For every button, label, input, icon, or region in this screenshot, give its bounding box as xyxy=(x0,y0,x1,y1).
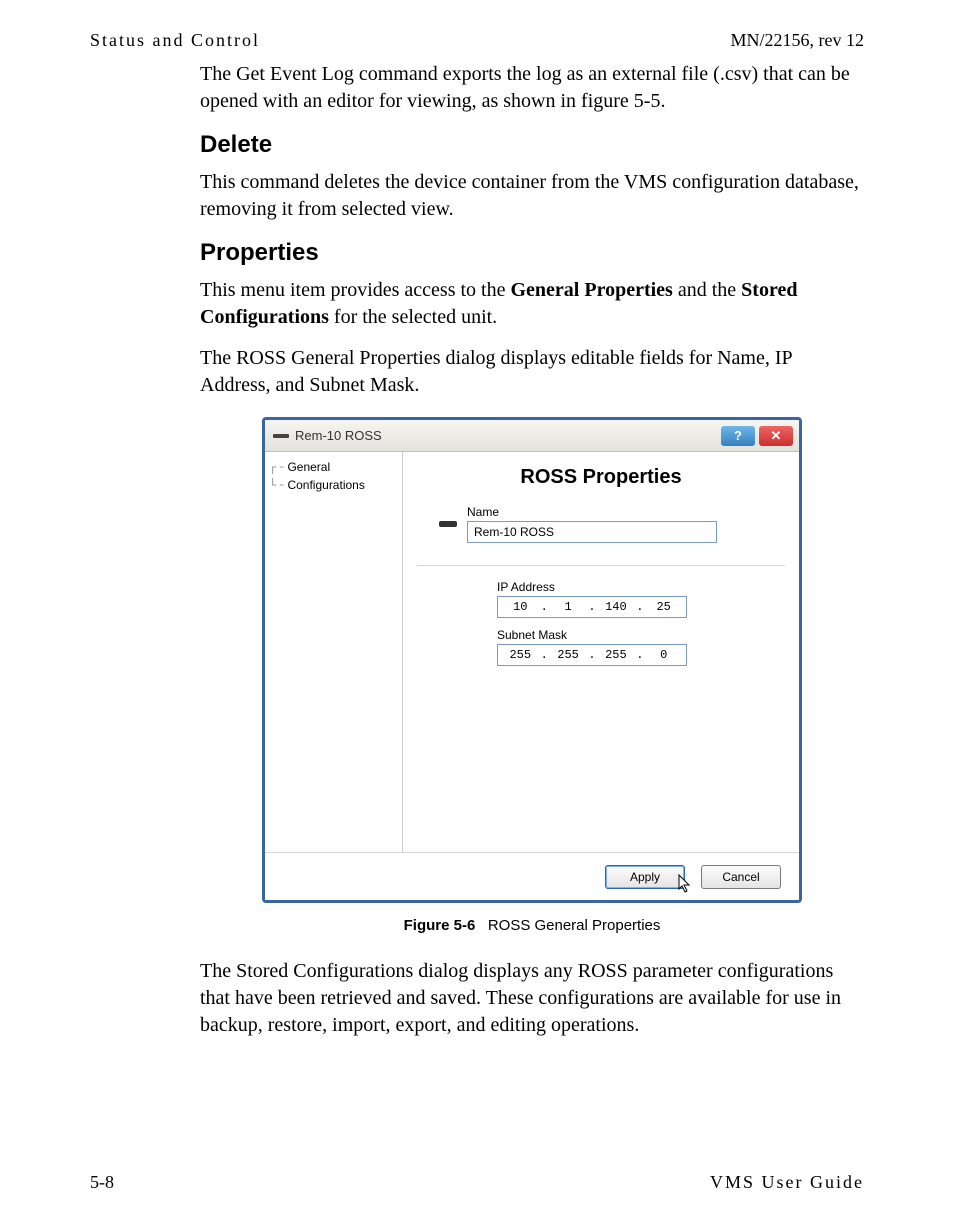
ip-dot: . xyxy=(588,600,595,614)
help-button[interactable]: ? xyxy=(721,426,755,446)
cancel-button[interactable]: Cancel xyxy=(701,865,781,889)
apply-button[interactable]: Apply xyxy=(605,865,685,889)
properties-p2: The ROSS General Properties dialog displ… xyxy=(200,345,864,399)
running-header: Status and Control MN/22156, rev 12 xyxy=(90,30,864,51)
ip-octet-1[interactable]: 10 xyxy=(504,600,537,614)
mask-octet-4[interactable]: 0 xyxy=(647,648,680,662)
ip-octet-3[interactable]: 140 xyxy=(600,600,633,614)
ross-properties-dialog: Rem-10 ROSS ? ✕ ┌╶ General xyxy=(262,417,802,903)
delete-body: This command deletes the device containe… xyxy=(200,169,864,223)
separator xyxy=(417,565,785,566)
ip-address-label: IP Address xyxy=(497,580,785,594)
tree-item-general[interactable]: ┌╶ General xyxy=(269,458,398,476)
ip-address-input[interactable]: 10 . 1 . 140 . 25 xyxy=(497,596,687,618)
ip-dot: . xyxy=(636,648,643,662)
intro-paragraph: The Get Event Log command exports the lo… xyxy=(200,61,864,115)
ip-group: IP Address 10 . 1 . 140 . 25 Subnet Mask xyxy=(497,580,785,666)
cursor-pointer-icon xyxy=(678,874,694,894)
header-section-title: Status and Control xyxy=(90,30,260,51)
p1-bold1: General Properties xyxy=(510,279,672,301)
figure-caption: Figure 5-6 ROSS General Properties xyxy=(404,917,661,934)
dialog-titlebar[interactable]: Rem-10 ROSS ? ✕ xyxy=(265,420,799,452)
page-number: 5-8 xyxy=(90,1172,114,1193)
mask-octet-3[interactable]: 255 xyxy=(600,648,633,662)
ip-dot: . xyxy=(588,648,595,662)
device-icon xyxy=(439,521,457,527)
name-row: Name xyxy=(439,505,785,543)
delete-heading: Delete xyxy=(200,131,864,159)
pane-title: ROSS Properties xyxy=(417,466,785,489)
dialog-title: Rem-10 ROSS xyxy=(295,428,382,443)
header-doc-number: MN/22156, rev 12 xyxy=(731,30,865,51)
properties-pane: ROSS Properties Name IP Address 10 xyxy=(403,452,799,852)
cancel-button-label: Cancel xyxy=(722,870,759,884)
dialog-body: ┌╶ General └╶ Configurations ROSS Proper… xyxy=(265,452,799,852)
ip-dot: . xyxy=(541,600,548,614)
subnet-mask-label: Subnet Mask xyxy=(497,628,785,642)
ip-octet-4[interactable]: 25 xyxy=(647,600,680,614)
close-button[interactable]: ✕ xyxy=(759,426,793,446)
ip-dot: . xyxy=(636,600,643,614)
tree-item-configurations[interactable]: └╶ Configurations xyxy=(269,476,398,494)
tree-connector-icon: ┌╶ xyxy=(269,458,283,476)
p1-post: for the selected unit. xyxy=(329,306,497,328)
ip-dot: . xyxy=(541,648,548,662)
properties-p1: This menu item provides access to the Ge… xyxy=(200,277,864,331)
tree-label-general: General xyxy=(287,458,330,476)
dialog-footer: Apply Cancel xyxy=(265,852,799,900)
ip-octet-2[interactable]: 1 xyxy=(552,600,585,614)
mask-octet-2[interactable]: 255 xyxy=(552,648,585,662)
close-icon: ✕ xyxy=(771,428,782,444)
after-figure-paragraph: The Stored Configurations dialog display… xyxy=(200,958,864,1039)
p1-mid: and the xyxy=(673,279,741,301)
titlebar-buttons: ? ✕ xyxy=(721,426,793,446)
name-label: Name xyxy=(467,505,717,519)
apply-button-label: Apply xyxy=(630,870,660,884)
figure-label: Figure 5-6 xyxy=(404,917,476,934)
properties-heading: Properties xyxy=(200,239,864,267)
figure-caption-text: ROSS General Properties xyxy=(488,917,661,934)
tree-label-configurations: Configurations xyxy=(287,476,364,494)
figure-5-6: Rem-10 ROSS ? ✕ ┌╶ General xyxy=(200,417,864,934)
running-footer: 5-8 VMS User Guide xyxy=(90,1172,864,1193)
subnet-mask-input[interactable]: 255 . 255 . 255 . 0 xyxy=(497,644,687,666)
titlebar-left: Rem-10 ROSS xyxy=(273,428,382,443)
p1-pre: This menu item provides access to the xyxy=(200,279,510,301)
mask-octet-1[interactable]: 255 xyxy=(504,648,537,662)
footer-doc-title: VMS User Guide xyxy=(710,1172,864,1193)
dialog-icon xyxy=(273,434,289,438)
help-icon: ? xyxy=(734,428,742,443)
tree-connector-icon: └╶ xyxy=(269,476,283,494)
name-input[interactable] xyxy=(467,521,717,543)
tree-pane: ┌╶ General └╶ Configurations xyxy=(265,452,403,852)
